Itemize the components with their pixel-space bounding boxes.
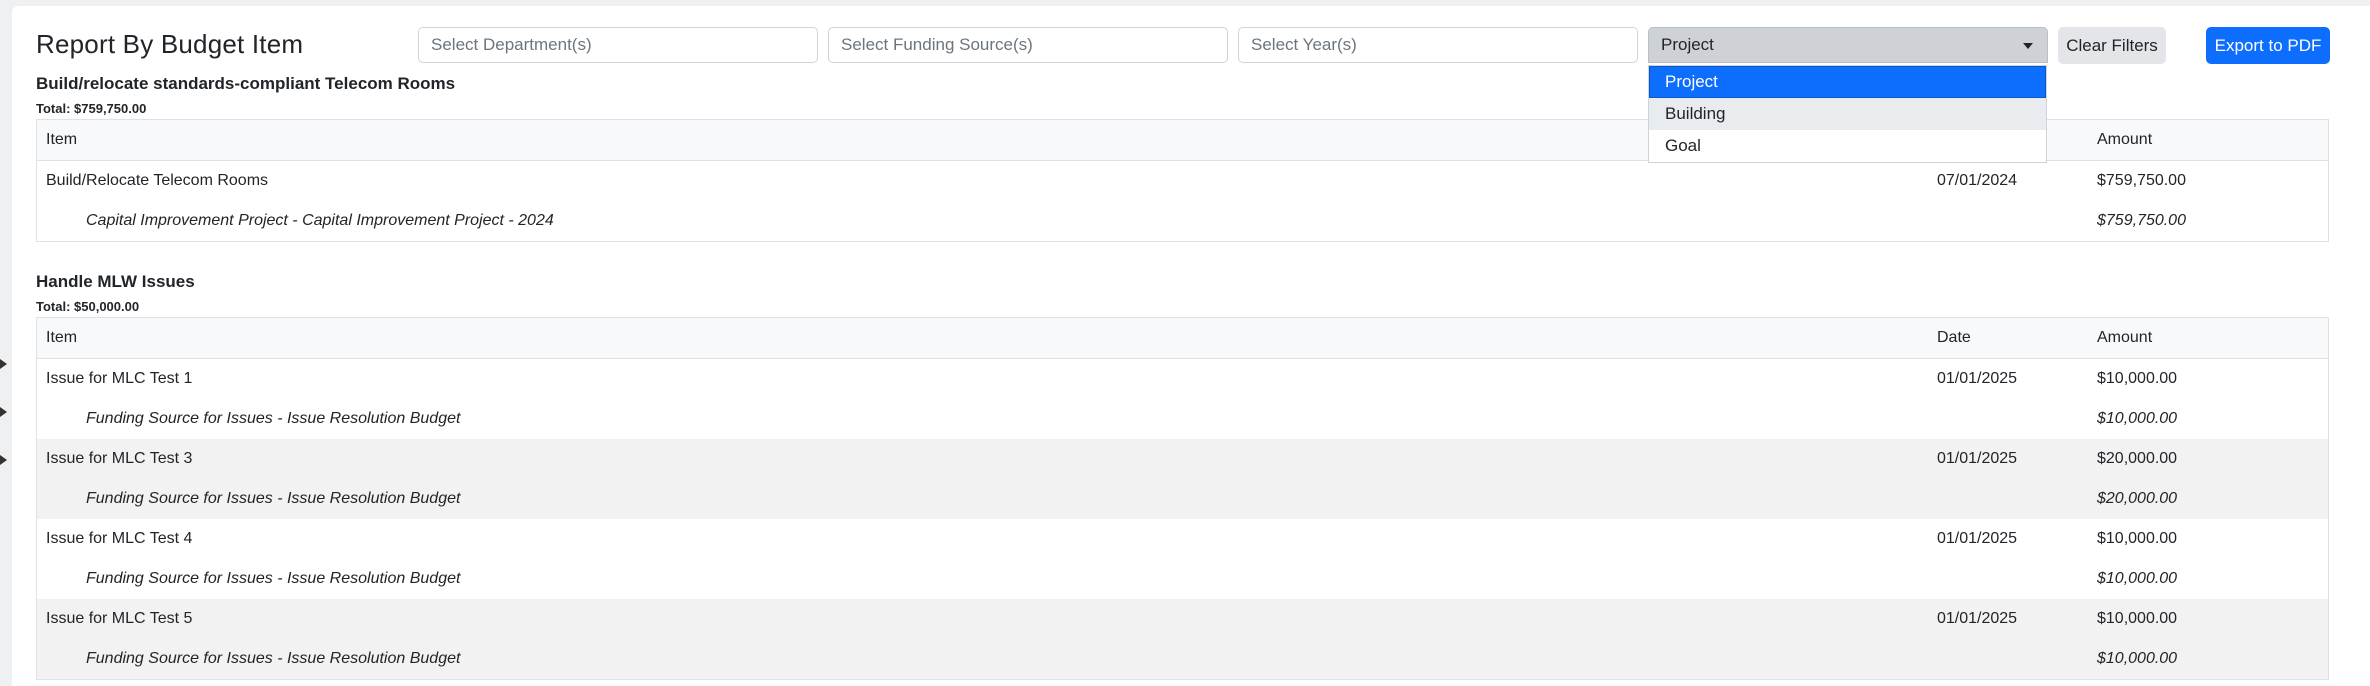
option-project[interactable]: Project: [1649, 66, 2046, 98]
department-select[interactable]: Select Department(s): [418, 27, 818, 63]
funding-source-select[interactable]: Select Funding Source(s): [828, 27, 1228, 63]
funding-detail: Capital Improvement Project - Capital Im…: [86, 212, 554, 229]
table-row: Issue for MLC Test 3 01/01/2025 $20,000.…: [37, 439, 2328, 479]
section-title: Handle MLW Issues: [36, 272, 195, 291]
option-goal[interactable]: Goal: [1649, 130, 2046, 162]
expand-arrow-icon[interactable]: [0, 359, 7, 369]
expand-arrow-icon[interactable]: [0, 407, 7, 417]
funding-amount: $10,000.00: [2097, 570, 2178, 587]
item-name: Issue for MLC Test 5: [46, 610, 193, 627]
table-subrow: Funding Source for Issues - Issue Resolu…: [37, 639, 2328, 679]
item-amount: $10,000.00: [2097, 530, 2178, 547]
group-by-select[interactable]: Project: [1648, 27, 2048, 63]
table-subrow: Funding Source for Issues - Issue Resolu…: [37, 559, 2328, 599]
table-row: Build/Relocate Telecom Rooms 07/01/2024 …: [37, 161, 2328, 201]
item-name: Build/Relocate Telecom Rooms: [46, 172, 269, 189]
table-row: Issue for MLC Test 4 01/01/2025 $10,000.…: [37, 519, 2328, 559]
column-header-amount: Amount: [2097, 329, 2153, 346]
column-header-amount: Amount: [2097, 131, 2153, 148]
table-row: Issue for MLC Test 5 01/01/2025 $10,000.…: [37, 599, 2328, 639]
funding-detail: Funding Source for Issues - Issue Resolu…: [86, 410, 461, 427]
item-date: 07/01/2024: [1937, 172, 2018, 189]
item-amount: $10,000.00: [2097, 610, 2178, 627]
group-by-dropdown: Project Building Goal: [1648, 65, 2047, 163]
funding-amount: $10,000.00: [2097, 650, 2178, 667]
funding-amount: $10,000.00: [2097, 410, 2178, 427]
item-date: 01/01/2025: [1937, 370, 2018, 387]
item-amount: $759,750.00: [2097, 172, 2186, 189]
column-header-item: Item: [46, 329, 78, 346]
item-amount: $10,000.00: [2097, 370, 2178, 387]
item-date: 01/01/2025: [1937, 530, 2018, 547]
item-name: Issue for MLC Test 3: [46, 450, 193, 467]
year-select[interactable]: Select Year(s): [1238, 27, 1638, 63]
table-header: Item Date Amount: [37, 318, 2328, 359]
funding-amount: $759,750.00: [2097, 212, 2186, 229]
item-name: Issue for MLC Test 1: [46, 370, 193, 387]
funding-detail: Funding Source for Issues - Issue Resolu…: [86, 650, 461, 667]
page-title: Report By Budget Item: [36, 29, 304, 59]
item-date: 01/01/2025: [1937, 610, 2018, 627]
export-pdf-button[interactable]: Export to PDF: [2206, 27, 2330, 64]
table-subrow: Funding Source for Issues - Issue Resolu…: [37, 479, 2328, 519]
budget-table: Item Date Amount Issue for MLC Test 1 01…: [36, 317, 2329, 680]
funding-amount: $20,000.00: [2097, 490, 2178, 507]
column-header-item: Item: [46, 131, 78, 148]
table-subrow: Capital Improvement Project - Capital Im…: [37, 201, 2328, 241]
column-header-date: Date: [1937, 329, 1971, 346]
group-by-value: Project: [1661, 35, 1714, 54]
section-total: Total: $759,750.00: [36, 101, 147, 116]
table-row: Issue for MLC Test 1 01/01/2025 $10,000.…: [37, 359, 2328, 399]
item-date: 01/01/2025: [1937, 450, 2018, 467]
item-amount: $20,000.00: [2097, 450, 2178, 467]
option-building[interactable]: Building: [1649, 98, 2046, 130]
table-subrow: Funding Source for Issues - Issue Resolu…: [37, 399, 2328, 439]
item-name: Issue for MLC Test 4: [46, 530, 193, 547]
clear-filters-button[interactable]: Clear Filters: [2058, 27, 2166, 64]
funding-detail: Funding Source for Issues - Issue Resolu…: [86, 490, 461, 507]
section-title: Build/relocate standards-compliant Telec…: [36, 74, 456, 93]
section-total: Total: $50,000.00: [36, 299, 140, 314]
expand-arrow-icon[interactable]: [0, 455, 7, 465]
caret-down-icon: [2023, 43, 2033, 49]
funding-detail: Funding Source for Issues - Issue Resolu…: [86, 570, 461, 587]
